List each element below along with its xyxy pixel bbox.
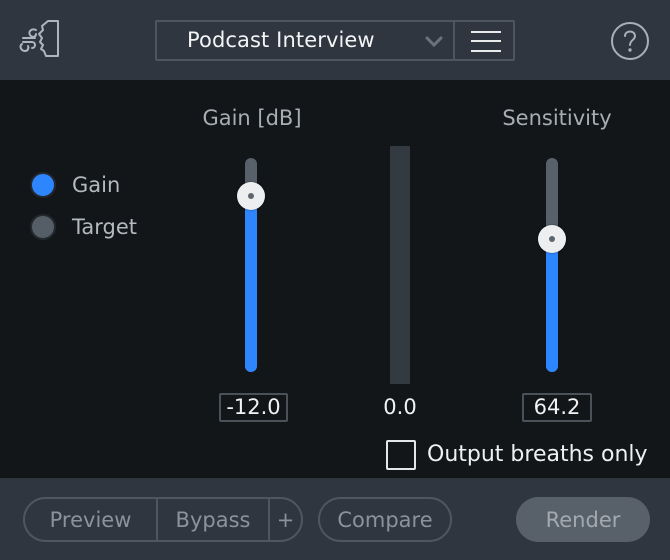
mode-radio-label: Gain <box>72 173 121 197</box>
hamburger-menu-icon <box>471 31 501 33</box>
mode-radio-gain[interactable]: Gain <box>30 172 120 198</box>
compare-button[interactable]: Compare <box>318 497 452 542</box>
mode-radio-target[interactable]: Target <box>30 214 137 240</box>
breath-control-icon <box>19 20 59 57</box>
preset-menu-button[interactable] <box>453 20 515 61</box>
preview-bypass-group: Preview Bypass + <box>23 497 303 542</box>
slider-thumb[interactable] <box>538 224 566 253</box>
header-bar: Podcast Interview <box>0 0 670 80</box>
preset-dropdown[interactable]: Podcast Interview <box>155 20 453 61</box>
bypass-button[interactable]: Bypass <box>156 499 268 540</box>
help-question-icon[interactable] <box>610 21 650 61</box>
render-button[interactable]: Render <box>516 497 650 542</box>
add-bypass-button[interactable]: + <box>268 499 301 540</box>
slider-fill <box>546 238 558 372</box>
chevron-down-icon <box>425 36 443 48</box>
output-level-meter <box>390 146 410 384</box>
preset-name: Podcast Interview <box>187 28 375 52</box>
gain-title: Gain [dB] <box>202 106 302 130</box>
sensitivity-slider[interactable] <box>537 158 567 372</box>
output-breaths-only-label: Output breaths only <box>427 442 648 467</box>
output-breaths-only-checkbox[interactable] <box>386 440 416 470</box>
hamburger-line <box>471 40 501 42</box>
gain-value-field[interactable]: -12.0 <box>219 393 288 422</box>
meter-value: 0.0 <box>383 395 417 419</box>
slider-fill <box>245 196 257 372</box>
slider-thumb[interactable] <box>237 182 265 211</box>
preview-button[interactable]: Preview <box>25 499 156 540</box>
radio-selected-icon <box>30 172 56 198</box>
mode-radio-label: Target <box>72 215 137 239</box>
sensitivity-value-field[interactable]: 64.2 <box>522 393 592 422</box>
radio-unselected-icon <box>30 214 56 240</box>
sensitivity-title: Sensitivity <box>502 106 612 130</box>
hamburger-line <box>471 50 501 52</box>
gain-slider[interactable] <box>236 158 266 372</box>
